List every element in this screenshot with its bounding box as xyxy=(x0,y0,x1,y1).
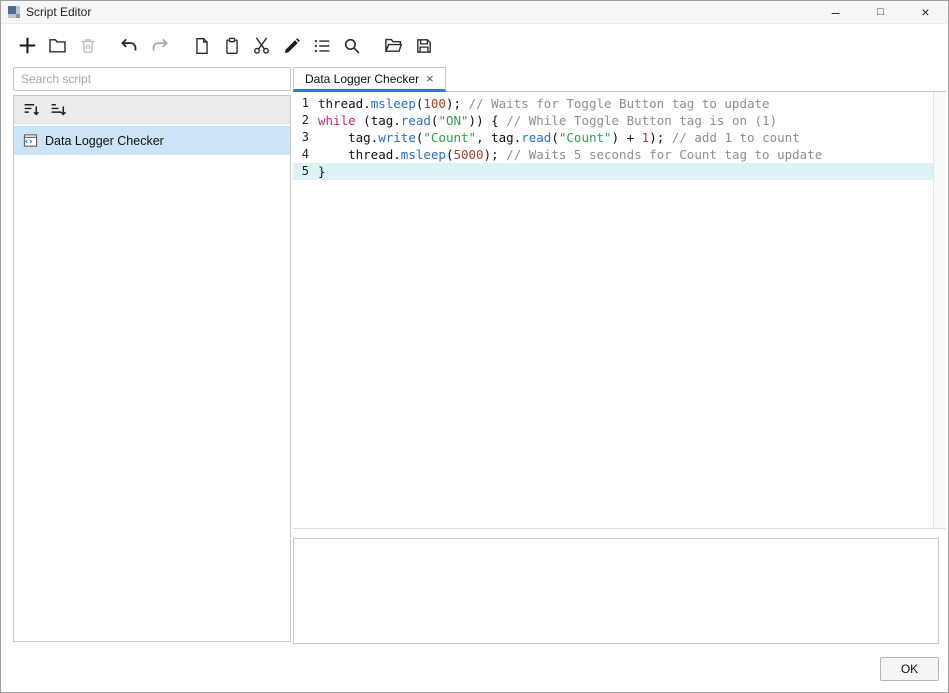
sidebar: Data Logger Checker xyxy=(13,67,291,644)
line-number: 1 xyxy=(293,95,309,112)
list-item-data-logger-checker[interactable]: Data Logger Checker xyxy=(14,126,290,155)
code-editor[interactable]: 1 thread.msleep(100); // Waits for Toggle… xyxy=(293,92,946,529)
code-line-text: thread.msleep(5000); // Waits 5 seconds … xyxy=(318,146,822,163)
scissors-icon xyxy=(252,36,271,55)
tab-label: Data Logger Checker xyxy=(305,72,419,86)
code-line[interactable]: 3 tag.write("Count", tag.read("Count") +… xyxy=(293,129,933,146)
code-line[interactable]: 4 thread.msleep(5000); // Waits 5 second… xyxy=(293,146,933,163)
new-file-icon xyxy=(193,37,211,55)
import-button[interactable] xyxy=(379,31,408,60)
undo-icon xyxy=(120,36,139,55)
script-list: Data Logger Checker xyxy=(14,124,290,641)
code-line-text: thread.msleep(100); // Waits for Toggle … xyxy=(318,95,770,112)
plus-icon xyxy=(18,36,37,55)
script-list-panel: Data Logger Checker xyxy=(13,95,291,642)
window-controls: – □ × xyxy=(813,1,948,23)
editor-pane: Data Logger Checker × 1 thread.msleep(100… xyxy=(293,67,946,644)
line-number: 4 xyxy=(293,146,309,163)
code-line[interactable]: 1 thread.msleep(100); // Waits for Toggle… xyxy=(293,95,933,112)
output-panel xyxy=(293,538,939,644)
new-script-button[interactable] xyxy=(13,31,42,60)
tab-close-icon[interactable]: × xyxy=(426,71,434,86)
line-number: 3 xyxy=(293,129,309,146)
cut-button[interactable] xyxy=(247,31,276,60)
script-icon xyxy=(23,133,38,148)
code-line[interactable]: 2 while (tag.read("ON")) { // While Toggl… xyxy=(293,112,933,129)
save-button[interactable] xyxy=(409,31,438,60)
tab-bar: Data Logger Checker × xyxy=(293,67,946,92)
line-number: 2 xyxy=(293,112,309,129)
delete-script-button[interactable] xyxy=(73,31,102,60)
list-toolbar xyxy=(14,96,290,124)
sort-descending-button[interactable] xyxy=(47,99,69,121)
redo-button[interactable] xyxy=(145,31,174,60)
toolbar xyxy=(1,24,948,67)
search-input[interactable] xyxy=(13,67,291,91)
tab-data-logger-checker[interactable]: Data Logger Checker × xyxy=(293,67,446,92)
clipboard-icon xyxy=(223,37,241,55)
search-icon xyxy=(343,37,361,55)
close-button[interactable]: × xyxy=(903,1,948,23)
panel-divider xyxy=(293,529,946,538)
sort-descending-icon xyxy=(50,101,67,118)
minimize-button[interactable]: – xyxy=(813,1,858,23)
save-icon xyxy=(415,37,433,55)
trash-icon xyxy=(79,37,97,55)
script-editor-window: Script Editor – □ × xyxy=(0,0,949,693)
redo-icon xyxy=(150,36,169,55)
line-number: 5 xyxy=(293,163,309,180)
script-list-button[interactable] xyxy=(307,31,336,60)
sort-ascending-button[interactable] xyxy=(20,99,42,121)
pen-icon xyxy=(283,37,301,55)
app-icon xyxy=(7,5,21,19)
list-item-label: Data Logger Checker xyxy=(45,134,164,148)
code-line-text: tag.write("Count", tag.read("Count") + 1… xyxy=(318,129,800,146)
format-button[interactable] xyxy=(277,31,306,60)
ok-button[interactable]: OK xyxy=(880,657,939,681)
paste-button[interactable] xyxy=(217,31,246,60)
footer: OK xyxy=(1,644,948,692)
find-button[interactable] xyxy=(337,31,366,60)
window-title: Script Editor xyxy=(26,5,91,19)
code-lines[interactable]: 1 thread.msleep(100); // Waits for Toggle… xyxy=(293,92,933,528)
editor-scrollbar[interactable] xyxy=(933,92,946,528)
code-line[interactable]: 5} xyxy=(293,163,933,180)
open-project-button[interactable] xyxy=(43,31,72,60)
titlebar: Script Editor – □ × xyxy=(1,1,948,24)
main-content: Data Logger Checker Data Logger Checker … xyxy=(1,67,948,644)
code-line-text: } xyxy=(318,163,326,180)
folder-icon xyxy=(48,36,67,55)
maximize-button[interactable]: □ xyxy=(858,1,903,23)
new-file-button[interactable] xyxy=(187,31,216,60)
sort-ascending-icon xyxy=(23,101,40,118)
list-icon xyxy=(313,37,331,55)
undo-button[interactable] xyxy=(115,31,144,60)
open-folder-icon xyxy=(384,36,403,55)
code-line-text: while (tag.read("ON")) { // While Toggle… xyxy=(318,112,777,129)
